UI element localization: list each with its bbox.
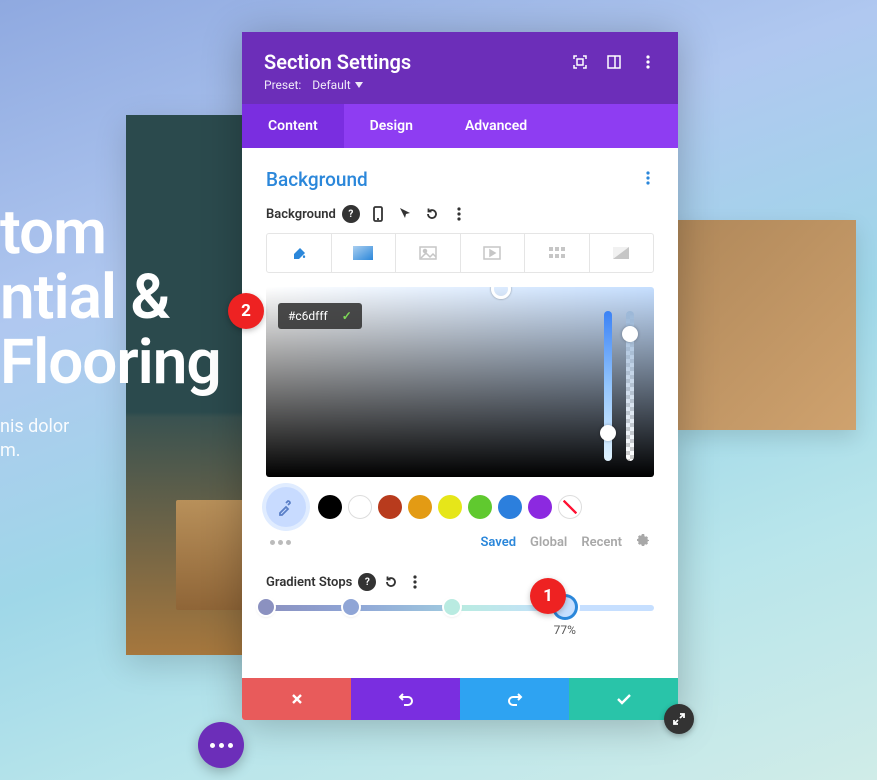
hex-input-pill[interactable]: #c6dfff ✓: [278, 303, 362, 329]
tab-bar: Content Design Advanced: [242, 104, 678, 148]
help-icon[interactable]: ?: [358, 573, 376, 591]
tab-content[interactable]: Content: [242, 104, 344, 148]
swatch-purple[interactable]: [528, 495, 552, 519]
bg-type-mask[interactable]: [590, 234, 654, 272]
palette-tab-saved[interactable]: Saved: [480, 535, 516, 550]
color-saturation-value-area[interactable]: #c6dfff ✓: [266, 287, 654, 477]
alpha-handle[interactable]: [622, 326, 638, 342]
hue-slider[interactable]: [604, 311, 612, 461]
reset-icon[interactable]: [382, 573, 400, 591]
modal-title: Section Settings: [264, 50, 411, 74]
gradient-track[interactable]: 77%: [266, 605, 654, 611]
expand-icon[interactable]: [664, 704, 694, 734]
preset-selector[interactable]: Preset: Default: [264, 78, 411, 92]
modal-body: Background Background ?: [242, 148, 678, 678]
callout-2: 2: [228, 293, 264, 329]
background-type-tabs: [266, 233, 654, 273]
swatch-red[interactable]: [378, 495, 402, 519]
gradient-stop[interactable]: [258, 599, 274, 615]
undo-button[interactable]: [351, 678, 460, 720]
tab-advanced[interactable]: Advanced: [439, 104, 553, 148]
gear-icon[interactable]: [636, 533, 650, 551]
kebab-icon[interactable]: [640, 54, 656, 70]
hue-handle[interactable]: [600, 425, 616, 441]
tab-design[interactable]: Design: [344, 104, 439, 148]
background-field-label: Background: [266, 207, 336, 222]
hero-heading: tom ntial & Flooring: [0, 200, 260, 395]
callout-1: 1: [530, 578, 566, 614]
bg-type-video[interactable]: [461, 234, 526, 272]
redo-button[interactable]: [460, 678, 569, 720]
responsive-icon[interactable]: [369, 205, 387, 223]
more-fab[interactable]: [198, 722, 244, 768]
swatch-blue[interactable]: [498, 495, 522, 519]
hex-value: #c6dfff: [288, 309, 328, 323]
focus-icon[interactable]: [572, 54, 588, 70]
gradient-stop[interactable]: [444, 599, 460, 615]
bg-type-gradient[interactable]: [332, 234, 397, 272]
swatch-orange[interactable]: [408, 495, 432, 519]
hero-image-right: [676, 220, 856, 430]
swatch-row: [266, 487, 654, 527]
gradient-stops-label: Gradient Stops: [266, 575, 352, 590]
swatch-white[interactable]: [348, 495, 372, 519]
help-icon[interactable]: ?: [342, 205, 360, 223]
background-section-title[interactable]: Background: [266, 168, 368, 191]
swatch-green[interactable]: [468, 495, 492, 519]
field-menu-icon[interactable]: [450, 205, 468, 223]
swatch-transparent[interactable]: [558, 495, 582, 519]
section-settings-modal: Section Settings Preset: Default Content…: [242, 32, 678, 720]
bg-type-image[interactable]: [396, 234, 461, 272]
swatch-black[interactable]: [318, 495, 342, 519]
bg-type-fill[interactable]: [267, 234, 332, 272]
gradient-stop-percent: 77%: [554, 623, 576, 637]
palette-tab-global[interactable]: Global: [530, 535, 567, 550]
save-button[interactable]: [569, 678, 678, 720]
palette-tab-recent[interactable]: Recent: [581, 535, 622, 550]
caret-down-icon: [355, 82, 363, 88]
bg-type-pattern[interactable]: [525, 234, 590, 272]
sv-handle[interactable]: [491, 287, 511, 299]
gradient-stop[interactable]: [343, 599, 359, 615]
modal-header: Section Settings Preset: Default: [242, 32, 678, 104]
hero-subtext: nis dolorm.: [0, 415, 260, 462]
swatch-yellow[interactable]: [438, 495, 462, 519]
reset-icon[interactable]: [423, 205, 441, 223]
eyedropper-button[interactable]: [266, 487, 306, 527]
cancel-button[interactable]: [242, 678, 351, 720]
check-icon[interactable]: ✓: [342, 309, 352, 323]
alpha-slider[interactable]: [626, 311, 634, 461]
modal-footer: [242, 678, 678, 720]
panel-layout-icon[interactable]: [606, 54, 622, 70]
hover-icon[interactable]: [396, 205, 414, 223]
hero-text: tom ntial & Flooring nis dolorm.: [0, 200, 260, 462]
section-menu-icon[interactable]: [642, 166, 654, 193]
drag-handle-icon[interactable]: [266, 540, 291, 545]
field-menu-icon[interactable]: [406, 573, 424, 591]
